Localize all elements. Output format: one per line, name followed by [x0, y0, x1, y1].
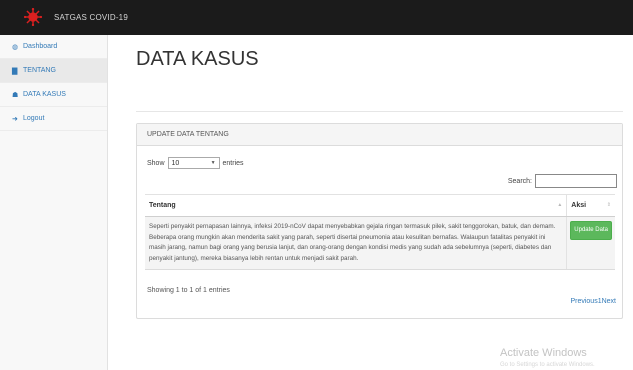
- sort-icon: ⇕: [606, 202, 611, 208]
- update-panel: UPDATE DATA TENTANG Show 10 ▼ entries Se…: [136, 123, 623, 319]
- search-input[interactable]: [535, 174, 617, 188]
- column-header-aksi[interactable]: Aksi ⇕: [566, 194, 615, 217]
- table-info: Showing 1 to 1 of 1 entries: [147, 287, 230, 294]
- activation-watermark-subtitle: Go to Settings to activate Windows.: [500, 362, 595, 368]
- next-link[interactable]: Next: [602, 298, 616, 305]
- column-header-tentang[interactable]: Tentang ▲: [145, 194, 567, 217]
- page-title: DATA KASUS: [136, 48, 259, 70]
- sidebar-item-label: Dashboard: [23, 43, 58, 50]
- length-control: Show 10 ▼ entries: [147, 157, 244, 169]
- users-icon: ☗: [12, 91, 19, 99]
- sidebar-item-dashboard[interactable]: ◍ Dashboard: [0, 35, 107, 59]
- sidebar-item-label: TENTANG: [23, 67, 56, 74]
- file-icon: ▇: [12, 67, 18, 75]
- sidebar-item-logout[interactable]: ➜ Logout: [0, 107, 107, 131]
- data-table: Tentang ▲ Aksi ⇕ Seperti penyakit pernap…: [145, 194, 615, 270]
- divider: [136, 111, 623, 112]
- panel-heading: UPDATE DATA TENTANG: [137, 124, 622, 146]
- entries-value: 10: [171, 159, 180, 167]
- dashboard-icon: ◍: [12, 43, 19, 51]
- show-label: Show: [147, 159, 165, 167]
- sidebar-item-tentang[interactable]: ▇ TENTANG: [0, 59, 107, 83]
- search-label: Search:: [507, 177, 532, 185]
- sidebar-item-data-kasus[interactable]: ☗ DATA KASUS: [0, 83, 107, 107]
- entries-label: entries: [222, 159, 244, 167]
- sidebar-item-label: DATA KASUS: [23, 91, 66, 98]
- activation-watermark-title: Activate Windows: [500, 347, 587, 359]
- search-control: Search:: [508, 174, 617, 188]
- brand-name: SATGAS COVID-19: [54, 12, 128, 22]
- cell-aksi: Update Data: [566, 216, 615, 270]
- entries-select[interactable]: 10 ▼: [167, 157, 220, 169]
- virus-logo-icon: [24, 8, 42, 26]
- sort-icon: ▲: [557, 202, 563, 208]
- brand[interactable]: SATGAS COVID-19: [24, 8, 128, 26]
- previous-link[interactable]: Previous: [570, 298, 597, 305]
- table-header-row: Tentang ▲ Aksi ⇕: [145, 194, 615, 217]
- pagination: Previous1Next: [570, 298, 616, 305]
- top-navbar: SATGAS COVID-19: [0, 0, 633, 35]
- update-data-button[interactable]: Update Data: [570, 221, 612, 240]
- logout-icon: ➜: [12, 115, 18, 123]
- sidebar: ◍ Dashboard ▇ TENTANG ☗ DATA KASUS ➜ Log…: [0, 35, 108, 370]
- table-row: Seperti penyakit pernapasan lainnya, inf…: [145, 216, 615, 270]
- cell-tentang: Seperti penyakit pernapasan lainnya, inf…: [145, 216, 567, 270]
- sidebar-item-label: Logout: [23, 115, 45, 122]
- chevron-down-icon: ▼: [210, 160, 216, 166]
